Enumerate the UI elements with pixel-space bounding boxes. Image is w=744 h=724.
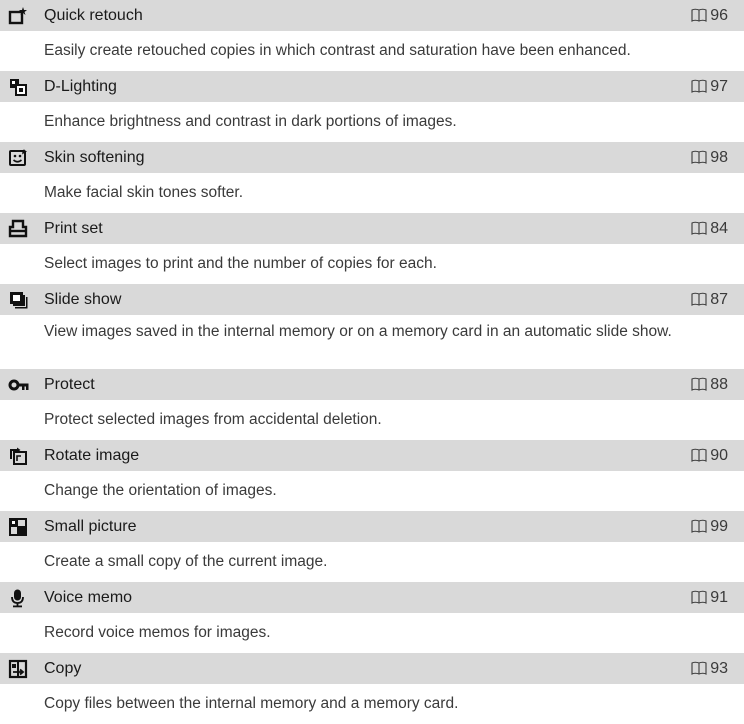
page-number: 93	[710, 660, 728, 677]
option-title: Skin softening	[44, 149, 145, 166]
description-text: Record voice memos for images.	[44, 624, 271, 641]
option-title: Protect	[44, 376, 95, 393]
rotate-image-icon	[8, 446, 28, 466]
book-icon	[691, 150, 707, 164]
page-reference[interactable]: 84	[691, 213, 728, 244]
option-title: Quick retouch	[44, 7, 143, 24]
book-icon	[691, 661, 707, 675]
page-number: 97	[710, 78, 728, 95]
description-text: Make facial skin tones softer.	[44, 184, 244, 201]
page-number: 88	[710, 376, 728, 393]
option-title: Small picture	[44, 518, 137, 535]
page-reference[interactable]: 96	[691, 0, 728, 31]
option-header: Small picture 99	[0, 511, 744, 542]
microphone-icon	[8, 588, 28, 608]
option-header: Print set 84	[0, 213, 744, 244]
skin-softening-icon	[8, 148, 28, 168]
slide-show-icon	[8, 290, 28, 310]
option-title: Rotate image	[44, 447, 140, 464]
list-item-protect: Protect 88 Protect selected images from …	[0, 369, 744, 440]
description-text: Change the orientation of images.	[44, 482, 277, 499]
page-reference[interactable]: 98	[691, 142, 728, 173]
option-title: D-Lighting	[44, 78, 117, 95]
description-text: Create a small copy of the current image…	[44, 553, 328, 570]
option-description: Copy files between the internal memory a…	[0, 684, 744, 724]
description-text: Enhance brightness and contrast in dark …	[44, 113, 457, 130]
list-item-slide-show: Slide show 87 View images saved in the i…	[0, 284, 744, 369]
option-header: Voice memo 91	[0, 582, 744, 613]
option-description: Easily create retouched copies in which …	[0, 31, 744, 71]
page-reference[interactable]: 99	[691, 511, 728, 542]
page-number: 87	[710, 291, 728, 308]
option-description: View images saved in the internal memory…	[0, 315, 744, 369]
book-icon	[691, 79, 707, 93]
option-description: Create a small copy of the current image…	[0, 542, 744, 582]
list-item-small-picture: Small picture 99 Create a small copy of …	[0, 511, 744, 582]
option-title: Voice memo	[44, 589, 133, 606]
list-item-print-set: Print set 84 Select images to print and …	[0, 213, 744, 284]
option-title: Print set	[44, 220, 103, 237]
small-picture-icon	[8, 517, 28, 537]
option-header: D-Lighting 97	[0, 71, 744, 102]
option-description: Change the orientation of images.	[0, 471, 744, 511]
page-reference[interactable]: 93	[691, 653, 728, 684]
option-header: Copy 93	[0, 653, 744, 684]
page-reference[interactable]: 97	[691, 71, 728, 102]
description-text: Copy files between the internal memory a…	[44, 695, 459, 712]
option-header: Skin softening 98	[0, 142, 744, 173]
book-icon	[691, 448, 707, 462]
page-reference[interactable]: 90	[691, 440, 728, 471]
page-number: 90	[710, 447, 728, 464]
option-description: Make facial skin tones softer.	[0, 173, 744, 213]
option-description: Enhance brightness and contrast in dark …	[0, 102, 744, 142]
option-description: Protect selected images from accidental …	[0, 400, 744, 440]
page-number: 91	[710, 589, 728, 606]
page-number: 96	[710, 7, 728, 24]
book-icon	[691, 377, 707, 391]
printer-icon	[8, 219, 28, 239]
page-number: 99	[710, 518, 728, 535]
description-text: View images saved in the internal memory…	[44, 323, 672, 340]
page-reference[interactable]: 87	[691, 284, 728, 315]
description-text: Select images to print and the number of…	[44, 255, 437, 272]
book-icon	[691, 519, 707, 533]
page-reference[interactable]: 91	[691, 582, 728, 613]
option-header: Protect 88	[0, 369, 744, 400]
page-reference[interactable]: 88	[691, 369, 728, 400]
d-lighting-icon	[8, 77, 28, 97]
option-title: Copy	[44, 660, 82, 677]
description-text: Easily create retouched copies in which …	[44, 42, 631, 59]
option-header: Quick retouch 96	[0, 0, 744, 31]
option-header: Slide show 87	[0, 284, 744, 315]
list-item-copy: Copy 93 Copy files between the internal …	[0, 653, 744, 724]
list-item-skin-softening: Skin softening 98 Make facial skin tones…	[0, 142, 744, 213]
option-header: Rotate image 90	[0, 440, 744, 471]
key-icon	[8, 375, 29, 395]
page-number: 98	[710, 149, 728, 166]
quick-retouch-icon	[8, 6, 28, 26]
list-item-rotate-image: Rotate image 90 Change the orientation o…	[0, 440, 744, 511]
list-item-d-lighting: D-Lighting 97 Enhance brightness and con…	[0, 71, 744, 142]
option-description: Select images to print and the number of…	[0, 244, 744, 284]
list-item-quick-retouch: Quick retouch 96 Easily create retouched…	[0, 0, 744, 71]
option-title: Slide show	[44, 291, 122, 308]
list-item-voice-memo: Voice memo 91 Record voice memos for ima…	[0, 582, 744, 653]
option-description: Record voice memos for images.	[0, 613, 744, 653]
page-number: 84	[710, 220, 728, 237]
book-icon	[691, 590, 707, 604]
description-text: Protect selected images from accidental …	[44, 411, 382, 428]
book-icon	[691, 8, 707, 22]
book-icon	[691, 292, 707, 306]
copy-icon	[8, 659, 28, 679]
book-icon	[691, 221, 707, 235]
playback-menu-options-list: Quick retouch 96 Easily create retouched…	[0, 0, 744, 724]
